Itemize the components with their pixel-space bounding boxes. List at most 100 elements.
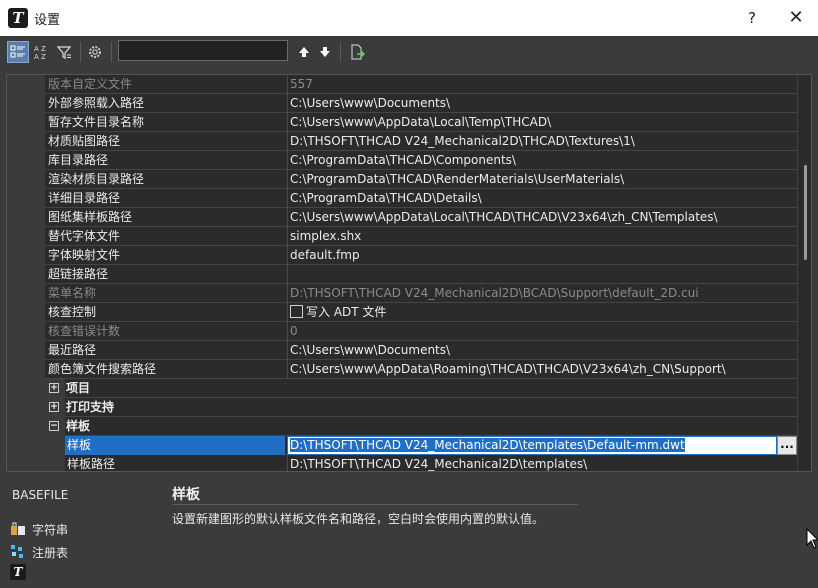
category-name: 样板 xyxy=(66,419,91,433)
property-row[interactable]: 字体映射文件 default.fmp xyxy=(7,246,797,265)
previous-match-button[interactable] xyxy=(293,41,315,63)
property-value[interactable]: C:\Users\www\Documents\ xyxy=(287,94,797,113)
property-row[interactable]: 样板 D:\THSOFT\THCAD V24_Mechanical2D\templ… xyxy=(7,436,797,455)
collapse-icon[interactable]: − xyxy=(49,421,59,431)
property-value[interactable]: C:\Users\www\Documents\ xyxy=(287,341,797,360)
checkbox[interactable] xyxy=(290,305,303,318)
settings-button[interactable] xyxy=(84,41,106,63)
property-name: 菜单名称 xyxy=(48,286,97,300)
property-value[interactable]: simplex.shx xyxy=(287,227,797,246)
category-name: 打印支持 xyxy=(66,400,115,414)
property-row[interactable]: 外部参照载入路径 C:\Users\www\Documents\ xyxy=(7,94,797,113)
export-button[interactable] xyxy=(346,41,368,63)
bottom-item-string[interactable]: 字符串 xyxy=(10,520,68,538)
expand-icon[interactable]: + xyxy=(49,383,59,393)
property-value[interactable]: C:\ProgramData\THCAD\Details\ xyxy=(287,189,797,208)
property-row[interactable]: 核查控制 写入 ADT 文件 xyxy=(7,303,797,322)
filter-button[interactable] xyxy=(53,41,75,63)
property-row[interactable]: 替代字体文件 simplex.shx xyxy=(7,227,797,246)
search-input[interactable] xyxy=(118,40,288,61)
row-gutter xyxy=(7,170,45,189)
property-row[interactable]: 样板路径 D:\THSOFT\THCAD V24_Mechanical2D\tem… xyxy=(7,455,797,471)
property-value[interactable]: C:\ProgramData\THCAD\Components\ xyxy=(287,151,797,170)
property-value[interactable]: 557 xyxy=(287,75,797,94)
browse-button[interactable]: ... xyxy=(777,436,797,455)
window-title: 设置 xyxy=(34,13,61,28)
row-gutter xyxy=(7,360,45,379)
property-value[interactable]: C:\Users\www\AppData\Local\THCAD\THCAD\V… xyxy=(287,208,797,227)
property-name: 样板 xyxy=(65,436,285,455)
property-value[interactable]: C:\Users\www\AppData\Local\Temp\THCAD\ xyxy=(287,113,797,132)
property-grid: 版本自定义文件 557 外部参照载入路径 C:\Users\www\Documents… xyxy=(6,74,812,472)
property-name: 超链接路径 xyxy=(48,267,109,281)
property-row[interactable]: 渲染材质目录路径 C:\ProgramData\THCAD\RenderMater… xyxy=(7,170,797,189)
scrollbar-thumb[interactable] xyxy=(804,165,807,260)
close-button[interactable]: ✕ xyxy=(780,4,812,32)
row-gutter xyxy=(7,322,45,341)
property-row[interactable]: 最近路径 C:\Users\www\Documents\ xyxy=(7,341,797,360)
property-row[interactable]: 材质贴图路径 D:\THSOFT\THCAD V24_Mechanical2D\T… xyxy=(7,132,797,151)
next-match-button[interactable] xyxy=(314,41,336,63)
row-gutter xyxy=(7,189,45,208)
property-name: 版本自定义文件 xyxy=(48,77,133,91)
categorized-view-button[interactable] xyxy=(7,41,29,63)
bottom-item-registry[interactable]: 注册表 xyxy=(10,543,68,561)
row-gutter xyxy=(7,284,45,303)
description-divider xyxy=(172,504,578,505)
property-row[interactable]: 详细目录路径 C:\ProgramData\THCAD\Details\ xyxy=(7,189,797,208)
property-value[interactable]: 写入 ADT 文件 xyxy=(287,303,797,322)
property-row[interactable]: 核查错误计数 0 xyxy=(7,322,797,341)
arrow-down-icon xyxy=(320,47,330,57)
row-gutter xyxy=(7,132,45,151)
mouse-cursor-icon xyxy=(806,528,818,549)
property-name: 样板路径 xyxy=(67,457,116,471)
toolbar-separator xyxy=(80,42,81,62)
property-name: 库目录路径 xyxy=(48,153,109,167)
registry-icon xyxy=(10,544,26,560)
category-row[interactable]: + 项目 xyxy=(7,379,797,398)
property-name: 图纸集样板路径 xyxy=(48,210,133,224)
row-gutter xyxy=(7,227,45,246)
property-row[interactable]: 菜单名称 D:\THSOFT\THCAD V24_Mechanical2D\BCA… xyxy=(7,284,797,303)
help-button[interactable]: ? xyxy=(738,4,766,32)
dialog-body: A Z A Z 版本自定义文件 557 外部参照载入路径 C:\Users\ww… xyxy=(0,36,818,588)
string-icon xyxy=(10,521,26,537)
property-value[interactable]: 0 xyxy=(287,322,797,341)
property-row[interactable]: 图纸集样板路径 C:\Users\www\AppData\Local\THCAD\… xyxy=(7,208,797,227)
property-value[interactable]: D:\THSOFT\THCAD V24_Mechanical2D\BCAD\Su… xyxy=(287,284,797,303)
row-gutter xyxy=(7,246,45,265)
template-path-input[interactable]: D:\THSOFT\THCAD V24_Mechanical2D\templat… xyxy=(287,436,777,455)
property-value[interactable]: C:\ProgramData\THCAD\RenderMaterials\Use… xyxy=(287,170,797,189)
property-value[interactable]: D:\THSOFT\THCAD V24_Mechanical2D\THCAD\T… xyxy=(287,132,797,151)
vertical-scrollbar[interactable] xyxy=(797,75,811,471)
arrow-up-icon xyxy=(299,47,309,57)
row-gutter xyxy=(7,265,45,284)
property-value[interactable] xyxy=(287,265,797,284)
property-row[interactable]: 暂存文件目录名称 C:\Users\www\AppData\Local\Temp\… xyxy=(7,113,797,132)
app-logo-icon: T xyxy=(8,8,28,28)
category-row[interactable]: − 样板 xyxy=(7,417,797,436)
expand-icon[interactable]: + xyxy=(49,402,59,412)
title-bar: T 设置 ? ✕ xyxy=(0,0,818,36)
svg-text:A: A xyxy=(34,45,39,53)
property-row[interactable]: 版本自定义文件 557 xyxy=(7,75,797,94)
property-name: 外部参照载入路径 xyxy=(48,96,145,110)
row-gutter xyxy=(7,436,65,455)
property-value[interactable]: C:\Users\www\AppData\Roaming\THCAD\THCAD… xyxy=(287,360,797,379)
selected-text: D:\THSOFT\THCAD V24_Mechanical2D\templat… xyxy=(290,438,685,452)
property-row[interactable]: 颜色簿文件搜索路径 C:\Users\www\AppData\Roaming\TH… xyxy=(7,360,797,379)
property-value[interactable]: default.fmp xyxy=(287,246,797,265)
property-row[interactable]: 库目录路径 C:\ProgramData\THCAD\Components\ xyxy=(7,151,797,170)
row-gutter xyxy=(7,455,65,471)
description-text: 设置新建图形的默认样板文件名和路径，空白时会使用内置的默认值。 xyxy=(172,512,545,526)
row-gutter xyxy=(7,94,45,113)
property-row[interactable]: 超链接路径 xyxy=(7,265,797,284)
property-value[interactable]: D:\THSOFT\THCAD V24_Mechanical2D\templat… xyxy=(287,455,797,471)
category-row[interactable]: + 打印支持 xyxy=(7,398,797,417)
alphabetical-view-button[interactable]: A Z A Z xyxy=(30,41,52,63)
property-name: 材质贴图路径 xyxy=(48,134,121,148)
bottom-item-label: 注册表 xyxy=(32,545,69,560)
toolbar-separator xyxy=(340,42,341,62)
property-name: 核查控制 xyxy=(48,305,97,319)
property-name: 核查错误计数 xyxy=(48,324,121,338)
